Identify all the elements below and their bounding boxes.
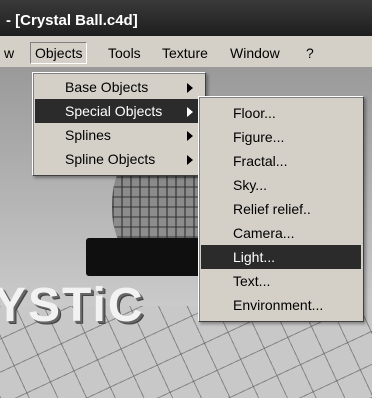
- menu-objects[interactable]: Objects: [30, 42, 88, 64]
- crystal-ball-base: [86, 238, 204, 276]
- menu-window-prev[interactable]: w: [0, 43, 18, 63]
- menu-item-text[interactable]: Text...: [201, 269, 361, 293]
- submenu-arrow-icon: [187, 155, 193, 165]
- scene-text: YSTiC: [0, 279, 145, 332]
- menu-item-floor[interactable]: Floor...: [201, 101, 361, 125]
- menu-item-spline-objects[interactable]: Spline Objects: [35, 147, 203, 171]
- menu-texture[interactable]: Texture: [158, 43, 212, 63]
- menu-tools-label: Tools: [108, 45, 141, 61]
- menu-item-camera[interactable]: Camera...: [201, 221, 361, 245]
- window-title-bar: - [Crystal Ball.c4d]: [0, 0, 372, 36]
- menu-texture-label: Texture: [162, 45, 208, 61]
- submenu-arrow-icon: [187, 107, 193, 117]
- menu-item-fractal[interactable]: Fractal...: [201, 149, 361, 173]
- menu-bar: w Objects Tools Texture Window ?: [0, 36, 372, 68]
- menu-item-special-objects[interactable]: Special Objects: [35, 99, 203, 123]
- submenu-arrow-icon: [187, 131, 193, 141]
- menu-window-label: Window: [230, 45, 280, 61]
- menu-item-environment[interactable]: Environment...: [201, 293, 361, 317]
- menu-item-light[interactable]: Light...: [201, 245, 361, 269]
- special-objects-menu: Floor... Figure... Fractal... Sky... Rel…: [198, 96, 364, 322]
- menu-item-figure[interactable]: Figure...: [201, 125, 361, 149]
- objects-menu: Base Objects Special Objects Splines Spl…: [32, 72, 206, 176]
- menu-item-base-objects[interactable]: Base Objects: [35, 75, 203, 99]
- submenu-arrow-icon: [187, 83, 193, 93]
- menu-help[interactable]: ?: [302, 43, 318, 63]
- menu-item-relief[interactable]: Relief relief..: [201, 197, 361, 221]
- window-title: - [Crystal Ball.c4d]: [6, 12, 138, 29]
- menu-window[interactable]: Window: [226, 43, 284, 63]
- menu-objects-label: Objects: [35, 45, 83, 61]
- menu-item-splines[interactable]: Splines: [35, 123, 203, 147]
- menu-item-sky[interactable]: Sky...: [201, 173, 361, 197]
- menu-tools[interactable]: Tools: [104, 43, 145, 63]
- menu-help-label: ?: [306, 45, 314, 61]
